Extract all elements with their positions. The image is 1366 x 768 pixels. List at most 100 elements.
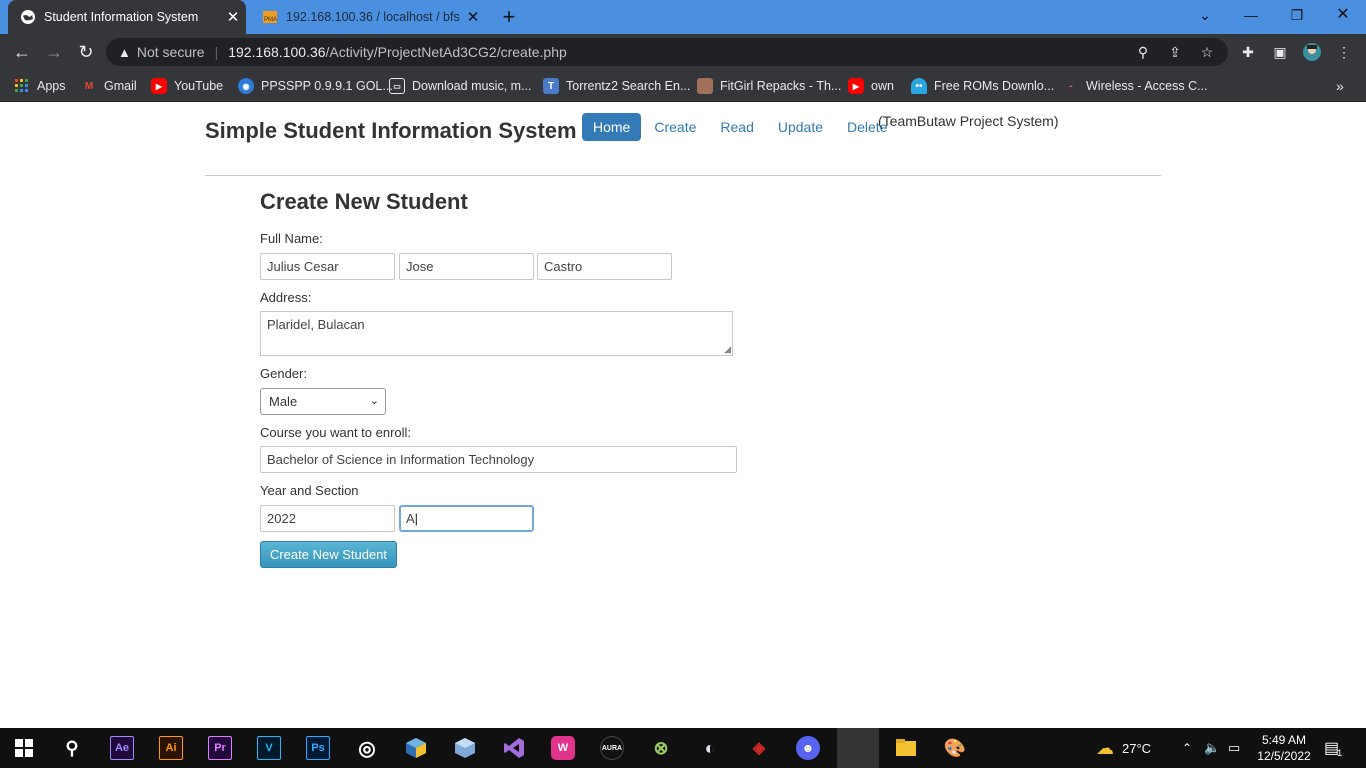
create-student-button[interactable]: Create New Student	[260, 541, 397, 568]
tab-search-icon[interactable]: ⌄	[1182, 0, 1228, 30]
tab-student-information-system[interactable]: Student Information System ✕	[8, 0, 246, 34]
warning-icon[interactable]: ▲	[118, 45, 131, 60]
close-tab-icon[interactable]: ✕	[220, 8, 246, 26]
bookmark-own[interactable]: ▶ own	[848, 76, 894, 96]
minimize-icon[interactable]: —	[1228, 0, 1274, 30]
steam-icon[interactable]: ◐	[698, 736, 722, 760]
share-icon[interactable]: ⇪	[1164, 42, 1186, 62]
illustrator-icon[interactable]: Ai	[159, 736, 183, 760]
nav-read[interactable]: Read	[709, 113, 764, 141]
cube-app-icon[interactable]	[453, 736, 477, 760]
address-bar[interactable]: ▲ Not secure | 192.168.100.36 /Activity/…	[106, 38, 1228, 66]
bookmark-fitgirl[interactable]: FitGirl Repacks - Th...	[697, 76, 841, 96]
bookmark-youtube[interactable]: ▶ YouTube	[151, 76, 223, 96]
after-effects-icon[interactable]: Ae	[110, 736, 134, 760]
notification-center-icon[interactable]: ▤ 1	[1324, 728, 1342, 768]
year-section-label: Year and Section	[260, 483, 359, 498]
course-input[interactable]: Bachelor of Science in Information Techn…	[260, 446, 737, 473]
clock-date: 12/5/2022	[1257, 749, 1311, 763]
roms-icon: ••	[911, 78, 927, 94]
last-name-input[interactable]: Castro	[537, 253, 672, 280]
tab-phpmyadmin[interactable]: PMA 192.168.100.36 / localhost / bfs / ✕	[250, 0, 486, 34]
close-tab-icon[interactable]: ✕	[460, 8, 486, 26]
address-textarea[interactable]: Plaridel, Bulacan ◢	[260, 311, 733, 356]
year-input[interactable]: 2022	[260, 505, 395, 532]
system-clock[interactable]: 5:49 AM 12/5/2022	[1255, 732, 1313, 764]
restore-icon[interactable]: ❐	[1274, 0, 1320, 30]
security-label[interactable]: Not secure	[137, 44, 205, 60]
nav-update[interactable]: Update	[767, 113, 834, 141]
discord-icon[interactable]: ☻	[796, 736, 820, 760]
garena-icon[interactable]: ◈	[747, 736, 771, 760]
nav-create[interactable]: Create	[643, 113, 707, 141]
profile-avatar[interactable]	[1301, 42, 1323, 62]
phpmyadmin-icon: PMA	[262, 9, 278, 25]
windows-start-icon[interactable]	[12, 736, 36, 760]
side-panel-icon[interactable]: ▣	[1269, 42, 1291, 62]
xbox-game-icon[interactable]: ⊗	[649, 736, 673, 760]
fitgirl-icon	[697, 78, 713, 94]
wireless-icon: -	[1069, 80, 1073, 92]
bookmark-label: PPSSPP 0.9.9.1 GOL...	[261, 79, 393, 93]
youtube-icon: ▶	[848, 78, 864, 94]
weather-widget[interactable]: ☁ 27°C	[1096, 728, 1151, 768]
forward-icon[interactable]: →	[41, 39, 67, 65]
new-tab-icon[interactable]: +	[496, 4, 522, 30]
premiere-icon[interactable]: Pr	[208, 736, 232, 760]
chevron-down-icon: ⌄	[369, 395, 379, 407]
url-host: 192.168.100.36	[228, 44, 326, 60]
wamp-icon[interactable]: W	[551, 736, 575, 760]
bookmark-download-music[interactable]: ▭ Download music, m...	[389, 76, 531, 96]
page-content: Simple Student Information System Home C…	[0, 103, 1366, 728]
paint-icon[interactable]: 🎨	[943, 736, 967, 760]
section-input[interactable]: A|	[399, 505, 534, 532]
omnibox-divider: |	[214, 44, 219, 60]
bookmark-gmail[interactable]: M Gmail	[81, 76, 137, 96]
extensions-icon[interactable]: ✚	[1237, 42, 1259, 62]
menu-kebab-icon[interactable]: ⋮	[1333, 42, 1355, 62]
middle-name-input[interactable]: Jose	[399, 253, 534, 280]
first-name-input[interactable]: Julius Cesar	[260, 253, 395, 280]
bookmark-label: Free ROMs Downlo...	[934, 79, 1055, 93]
network-icon[interactable]: ▭	[1228, 728, 1240, 768]
bookmark-label: own	[871, 79, 894, 93]
volume-icon[interactable]: 🔈	[1204, 728, 1220, 768]
file-explorer-icon[interactable]	[894, 736, 918, 760]
vegas-icon[interactable]: V	[257, 736, 281, 760]
photoshop-icon[interactable]: Ps	[306, 736, 330, 760]
gender-label: Gender:	[260, 366, 307, 381]
show-hidden-icons[interactable]: ⌃	[1182, 728, 1192, 768]
zoom-icon[interactable]: ⚲	[1132, 42, 1154, 62]
bookmark-torrentz[interactable]: T Torrentz2 Search En...	[543, 76, 690, 96]
close-window-icon[interactable]: ✕	[1320, 0, 1366, 30]
bookmark-apps[interactable]: Apps	[14, 76, 66, 96]
bookmark-label: Gmail	[104, 79, 137, 93]
back-icon[interactable]: ←	[9, 39, 35, 65]
bookmark-ppsspp[interactable]: ◉ PPSSPP 0.9.9.1 GOL...	[238, 76, 393, 96]
header-divider	[205, 175, 1161, 176]
resize-grip-icon[interactable]: ◢	[724, 345, 731, 354]
bookmark-label: YouTube	[174, 79, 224, 93]
gender-select[interactable]: Male ⌄	[260, 388, 386, 415]
download-music-icon: ▭	[389, 78, 405, 94]
obs-icon[interactable]: ◎	[355, 736, 379, 760]
search-icon[interactable]: ⚲	[60, 736, 84, 760]
browser-tab-bar: Student Information System ✕ PMA 192.168…	[0, 0, 1366, 34]
form-title: Create New Student	[260, 189, 468, 214]
main-nav: Home Create Read Update Delete	[582, 113, 900, 141]
nav-home[interactable]: Home	[582, 113, 642, 141]
visual-studio-icon[interactable]	[502, 736, 526, 760]
bookmarks-overflow-icon[interactable]: »	[1336, 76, 1344, 96]
gmail-icon: M	[84, 80, 94, 92]
bookmark-label: Torrentz2 Search En...	[566, 79, 691, 93]
address-value: Plaridel, Bulacan	[267, 317, 365, 332]
bookmark-wireless[interactable]: - Wireless - Access C...	[1063, 76, 1207, 96]
aura-icon[interactable]: AURA	[600, 736, 624, 760]
notification-count: 1	[1337, 748, 1343, 758]
tab-title: 192.168.100.36 / localhost / bfs /	[286, 10, 460, 24]
bookmark-free-roms[interactable]: •• Free ROMs Downlo...	[911, 76, 1054, 96]
reload-icon[interactable]: ↻	[73, 39, 99, 65]
virtualbox-icon[interactable]	[404, 736, 428, 760]
bookmark-star-icon[interactable]: ☆	[1196, 42, 1218, 62]
tab-title: Student Information System	[44, 10, 199, 24]
